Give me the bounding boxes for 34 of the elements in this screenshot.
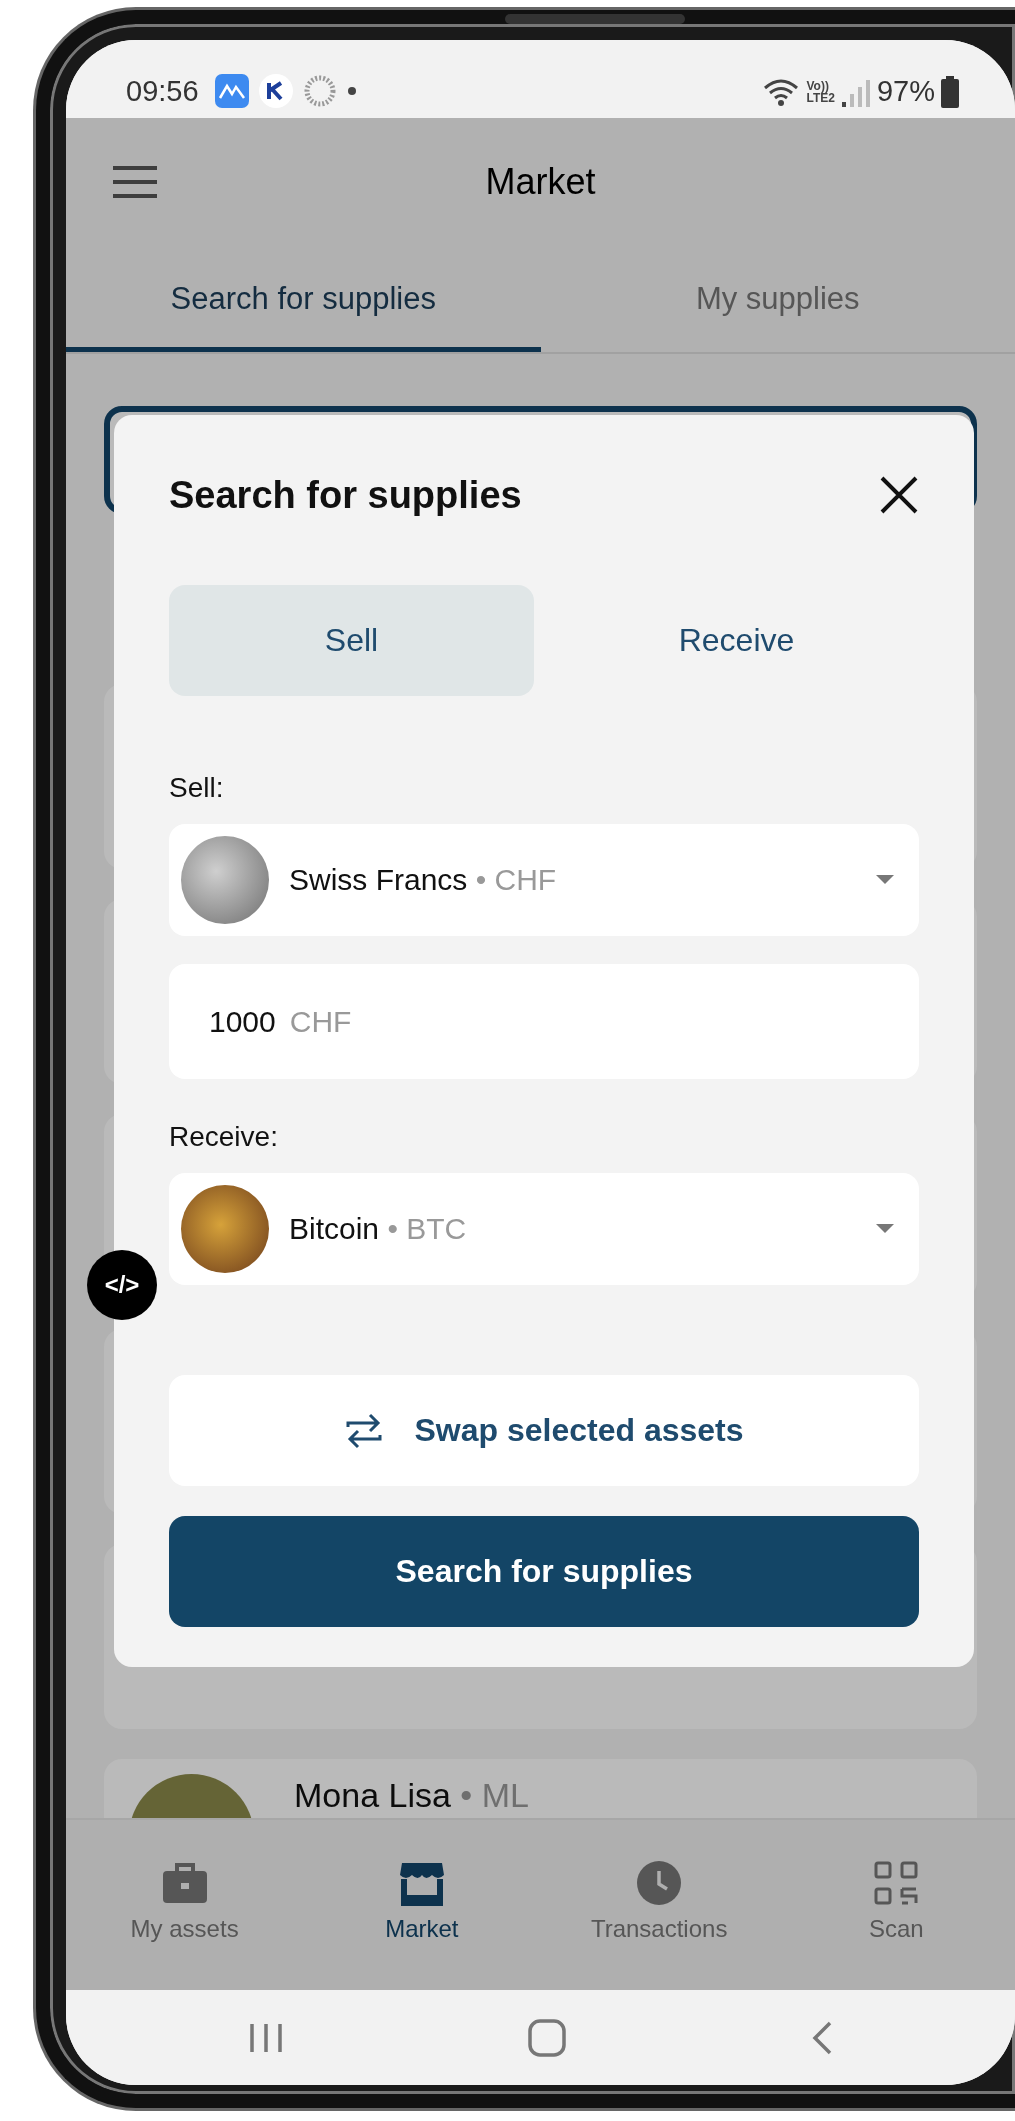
app-notification-icon — [258, 74, 293, 108]
tab[interactable]: Search for supplies — [66, 245, 541, 352]
close-icon[interactable] — [879, 475, 919, 515]
dot-icon — [346, 86, 357, 96]
screen-title: Market — [485, 160, 596, 203]
asset-name: Mona Lisa • ML — [294, 1775, 529, 1814]
network-label: Vo)) — [806, 80, 830, 92]
dropdown-caret-icon — [876, 1224, 894, 1234]
nav-tab[interactable]: Market — [303, 1820, 541, 1990]
asset-dropdown[interactable]: Swiss Francs • CHF — [169, 824, 919, 936]
dropdown-caret-icon — [876, 875, 894, 885]
battery-icon — [941, 76, 959, 108]
signal-icon — [840, 78, 871, 108]
field-label: Receive: — [169, 1121, 279, 1153]
network-label: LTE2 — [806, 92, 835, 104]
home-icon[interactable] — [526, 2017, 567, 2058]
amount-field[interactable]: 1000 CHF — [169, 964, 919, 1079]
status-time: 09:56 — [126, 75, 199, 108]
app-notification-icon — [214, 74, 249, 108]
menu-icon[interactable] — [111, 163, 159, 200]
asset-card[interactable]: Mona Lisa • ML — [104, 1759, 977, 1818]
loading-circle-icon — [302, 74, 337, 108]
search-button[interactable]: Search for supplies — [169, 1516, 919, 1627]
field-label: Sell: — [169, 772, 225, 804]
swap-button[interactable]: Swap selected assets — [169, 1375, 919, 1486]
battery-percent: 97% — [876, 75, 935, 108]
swap-arrows-icon — [344, 1412, 385, 1449]
amount-value: 1000 — [209, 1004, 276, 1039]
clock-icon — [635, 1858, 684, 1907]
dialog-title: Search for supplies — [169, 473, 522, 517]
asset-dropdown[interactable]: Bitcoin • BTC — [169, 1173, 919, 1285]
mode-tab[interactable]: Receive — [554, 585, 919, 696]
currency-unit: CHF — [289, 1004, 352, 1039]
mode-tab[interactable]: Sell — [169, 585, 534, 696]
